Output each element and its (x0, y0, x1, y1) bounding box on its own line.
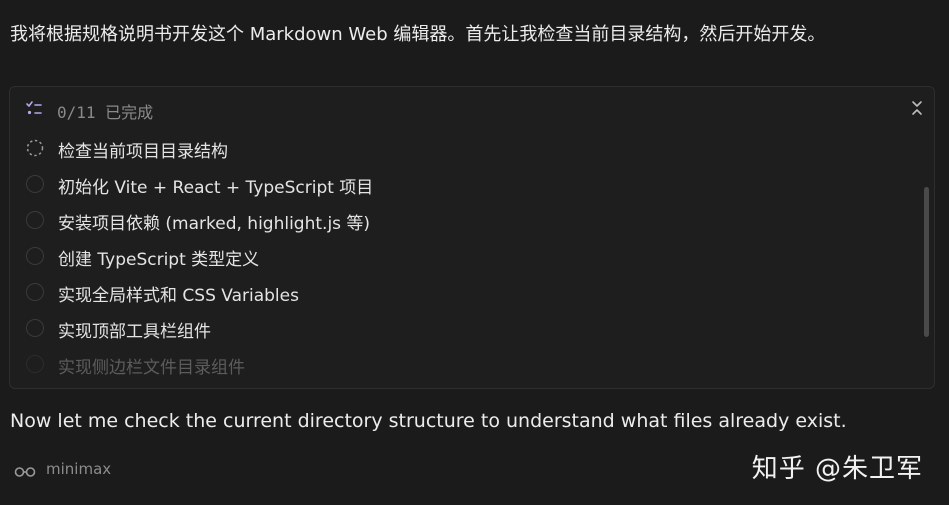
pending-circle-icon (26, 247, 44, 265)
todo-scrollbar[interactable] (922, 131, 932, 388)
todo-item-label: 安装项目依赖 (marked, highlight.js 等) (58, 214, 371, 234)
pending-circle-icon (26, 283, 44, 301)
scrollbar-thumb[interactable] (924, 187, 929, 337)
todo-item-label: 实现全局样式和 CSS Variables (58, 286, 299, 306)
pending-circle-icon (26, 175, 44, 193)
pending-circle-icon (26, 355, 44, 373)
model-name: minimax (46, 460, 112, 478)
todo-item: 实现侧边栏文件目录组件 (10, 347, 910, 383)
pending-circle-icon (26, 211, 44, 229)
todo-list: 检查当前项目目录结构 初始化 Vite + React + TypeScript… (10, 131, 934, 388)
todo-item: 实现全局样式和 CSS Variables (10, 275, 910, 311)
todo-progress: 0/11 已完成 (57, 103, 154, 122)
checklist-icon (25, 100, 43, 122)
todo-item-label: 实现顶部工具栏组件 (58, 322, 211, 342)
todo-item-label: 实现侧边栏文件目录组件 (58, 358, 245, 378)
watermark: 知乎 @朱卫军 (751, 454, 923, 484)
pending-circle-icon (26, 319, 44, 337)
todo-item: 创建 TypeScript 类型定义 (10, 239, 910, 275)
glasses-icon (14, 463, 36, 482)
todo-item-label: 检查当前项目目录结构 (58, 142, 228, 162)
chat-transcript: 我将根据规格说明书开发这个 Markdown Web 编辑器。首先让我检查当前目… (0, 0, 949, 505)
collapse-icon[interactable] (910, 99, 924, 121)
todo-item: 安装项目依赖 (marked, highlight.js 等) (10, 203, 910, 239)
assistant-intro-message: 我将根据规格说明书开发这个 Markdown Web 编辑器。首先让我检查当前目… (10, 24, 826, 45)
assistant-followup-message: Now let me check the current directory s… (10, 410, 847, 432)
todo-item: 实现顶部工具栏组件 (10, 311, 910, 347)
in-progress-spinner-icon (26, 139, 44, 157)
todo-item-label: 创建 TypeScript 类型定义 (58, 250, 260, 270)
todo-item: 初始化 Vite + React + TypeScript 项目 (10, 167, 910, 203)
todo-item-label: 初始化 Vite + React + TypeScript 项目 (58, 178, 374, 198)
todo-header[interactable]: 0/11 已完成 (10, 87, 934, 131)
todo-panel: 0/11 已完成 检查当前项目目录结构 初始化 Vite + React + T… (9, 86, 935, 389)
todo-item: 检查当前项目目录结构 (10, 131, 910, 167)
